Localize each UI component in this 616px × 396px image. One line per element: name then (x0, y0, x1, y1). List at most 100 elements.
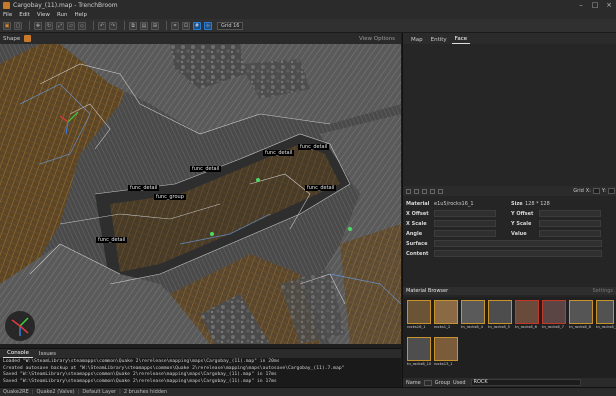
reset-uv-icon[interactable] (406, 188, 411, 194)
status-separator: | (31, 389, 34, 395)
entity-label: func_detail (305, 185, 337, 191)
view-options-button[interactable]: View Options (359, 36, 395, 42)
material-tile-label: tn_rocks6_9 (596, 325, 616, 329)
x-offset-field[interactable] (434, 210, 496, 217)
material-search-input[interactable]: ROCK (470, 379, 581, 386)
material-browser-header: Material Browser Settings (403, 287, 616, 295)
material-tile[interactable] (596, 300, 614, 324)
material-tile[interactable] (542, 300, 566, 324)
snap-grid-icon[interactable]: ⊹ (204, 21, 212, 30)
material-tile[interactable] (407, 300, 431, 324)
material-tile[interactable] (434, 300, 458, 324)
material-tile[interactable] (407, 337, 431, 361)
angle-field[interactable] (434, 230, 496, 237)
material-tile[interactable] (515, 300, 539, 324)
x-scale-row: X Scale (406, 219, 496, 228)
content-field[interactable] (434, 250, 602, 257)
minimize-button[interactable]: – (574, 0, 588, 10)
tab-map[interactable]: Map (408, 37, 426, 44)
menu-edit[interactable]: Edit (19, 12, 30, 18)
shape-icon[interactable] (24, 35, 32, 42)
y-scale-label: Y Scale (511, 220, 532, 227)
scale-tool-icon[interactable]: ⤢ (56, 21, 64, 30)
flip-v-icon[interactable] (422, 188, 427, 194)
value-field[interactable] (539, 230, 601, 237)
status-format: Quake2 (Valve) (36, 389, 75, 395)
uv-grid-x-field[interactable] (592, 188, 600, 194)
y-offset-field[interactable] (539, 210, 601, 217)
uv-grid-y-field[interactable] (608, 188, 615, 194)
size-row: Size 128 * 128 (511, 199, 550, 208)
flip-h-icon[interactable] (414, 188, 419, 194)
viewport-header: Shape View Options (0, 33, 401, 44)
3d-viewport[interactable]: func_detail func_detail func_detail func… (0, 44, 401, 344)
uv-toolbar: Grid X: Y: (403, 186, 616, 196)
show-grid-icon[interactable]: # (193, 21, 201, 30)
material-tile[interactable] (569, 300, 593, 324)
material-tile[interactable] (488, 300, 512, 324)
uv-editor[interactable] (403, 44, 616, 186)
material-browser-title: Material Browser (406, 288, 449, 294)
y-offset-row: Y Offset (511, 209, 601, 218)
undo-icon[interactable]: ↶ (98, 21, 106, 30)
tab-issues[interactable]: Issues (35, 351, 60, 358)
y-scale-row: Y Scale (511, 219, 601, 228)
rotate-ccw-icon[interactable] (430, 188, 435, 194)
material-tile[interactable] (434, 337, 458, 361)
group-toggle[interactable]: Group (435, 380, 450, 386)
inspector-panel: Map Entity Face Grid X: Y: Material e1u5… (402, 33, 616, 387)
value-row: Value (511, 229, 601, 238)
y-scale-field[interactable] (539, 220, 601, 227)
status-layer: Default Layer (82, 389, 117, 395)
shape-label: Shape (3, 35, 21, 42)
brush-tool-icon[interactable]: ▢ (14, 21, 22, 30)
shear-tool-icon[interactable]: ▱ (67, 21, 75, 30)
material-tile-label: tn_rocks6_6 (515, 325, 537, 329)
grid-size-dropdown[interactable]: Grid 16 (217, 21, 244, 30)
vertex-tool-icon[interactable]: ◇ (78, 21, 86, 30)
toolbar-separator (166, 21, 167, 30)
used-toggle[interactable]: Used (453, 380, 466, 386)
uv-grid-x-label: X: (585, 188, 591, 194)
texture-lock-icon[interactable]: ⌗ (171, 21, 179, 30)
entity-label: func_detail (96, 237, 128, 243)
material-tile-label: rocks13_1 (434, 362, 453, 366)
copy-icon[interactable]: ⧉ (129, 21, 137, 30)
tab-face[interactable]: Face (451, 36, 471, 44)
x-scale-field[interactable] (434, 220, 496, 227)
inspector-tabs: Map Entity Face (403, 33, 616, 44)
uv-grid-y-label: Y: (601, 188, 606, 194)
tab-console[interactable]: Console (3, 350, 33, 358)
close-button[interactable]: × (602, 0, 616, 10)
new-map-icon[interactable]: ▣ (3, 21, 11, 30)
menu-view[interactable]: View (37, 12, 50, 18)
content-label: Content (406, 250, 429, 257)
app-icon (3, 1, 10, 9)
status-separator: | (119, 389, 121, 395)
surface-row: Surface (406, 239, 602, 248)
menu-file[interactable]: File (3, 12, 12, 18)
x-offset-label: X Offset (406, 210, 429, 217)
move-tool-icon[interactable]: ✥ (34, 21, 42, 30)
menu-run[interactable]: Run (57, 12, 68, 18)
tab-entity[interactable]: Entity (428, 37, 450, 44)
redo-icon[interactable]: ↷ (109, 21, 117, 30)
status-hidden: 2 brushes hidden (123, 389, 168, 395)
material-tile-label: rocks1_2 (434, 325, 451, 329)
duplicate-icon[interactable]: ⊞ (151, 21, 159, 30)
maximize-button[interactable]: □ (588, 0, 602, 10)
paste-icon[interactable]: ▤ (140, 21, 148, 30)
material-tile[interactable] (461, 300, 485, 324)
material-tile-label: tn_rocks6_8 (569, 325, 591, 329)
rotate-tool-icon[interactable]: ↻ (45, 21, 53, 30)
uv-lock-icon[interactable]: ⊡ (182, 21, 190, 30)
sort-by-name[interactable]: Name (406, 380, 421, 386)
material-browser-settings[interactable]: Settings (592, 288, 613, 294)
surface-field[interactable] (434, 240, 602, 247)
material-tile-label: tn_rocks6_7 (542, 325, 564, 329)
entity-label: func_detail (263, 150, 295, 156)
sort-dropdown-icon[interactable] (423, 379, 432, 386)
material-row: Material e1u5/rocks16_1 (406, 199, 474, 208)
rotate-cw-icon[interactable] (438, 188, 443, 194)
menu-help[interactable]: Help (74, 12, 87, 18)
